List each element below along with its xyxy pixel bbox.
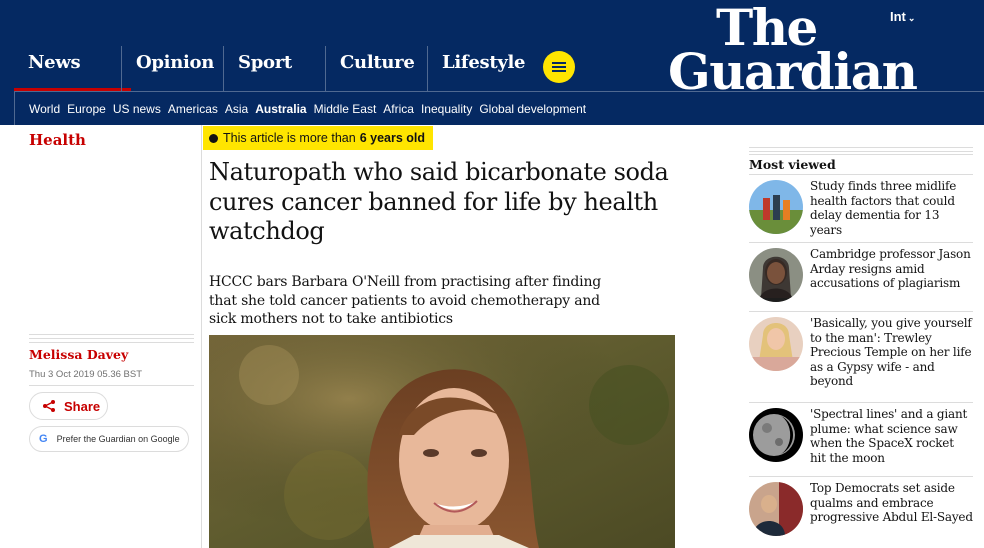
most-viewed-title: Most viewed [749, 157, 836, 172]
most-viewed-headline: 'Basically, you give yourself to the man… [810, 316, 972, 389]
author-name[interactable]: Melissa Davey [29, 347, 128, 362]
most-viewed-item[interactable]: 'Spectral lines' and a giant plume: what… [749, 402, 973, 476]
most-viewed-item[interactable]: Cambridge professor Jason Arday resigns … [749, 242, 973, 310]
divider [29, 385, 194, 386]
section-label[interactable]: Health [29, 131, 86, 149]
subnav-world[interactable]: World [29, 102, 60, 116]
google-icon: G [39, 433, 48, 445]
divider [749, 147, 973, 155]
hamburger-icon[interactable] [543, 51, 575, 83]
most-viewed-headline: Top Democrats set aside qualms and embra… [810, 481, 973, 525]
share-label: Share [64, 398, 101, 414]
sub-navigation: World Europe US news Americas Asia Austr… [14, 91, 984, 125]
prefer-label: Prefer the Guardian on Google [56, 434, 180, 444]
pillar-lifestyle[interactable]: Lifestyle [427, 46, 537, 92]
logo-line-2: Guardian [668, 42, 918, 101]
most-viewed-item[interactable]: Study finds three midlife health factors… [749, 174, 973, 242]
thumbnail-image [749, 408, 803, 462]
subnav-asia[interactable]: Asia [225, 102, 248, 116]
most-viewed-headline: Cambridge professor Jason Arday resigns … [810, 247, 971, 291]
subnav-global-development[interactable]: Global development [479, 102, 586, 116]
pillar-culture[interactable]: Culture [325, 46, 427, 92]
pillar-opinion[interactable]: Opinion [121, 46, 223, 92]
pillar-news[interactable]: News [14, 46, 131, 92]
subnav-americas[interactable]: Americas [168, 102, 218, 116]
age-prefix: This article is more than [223, 131, 356, 145]
most-viewed-item[interactable]: Top Democrats set aside qualms and embra… [749, 476, 973, 548]
prefer-guardian-google-button[interactable]: G Prefer the Guardian on Google [29, 426, 189, 452]
article-age-badge: This article is more than 6 years old [203, 126, 434, 150]
clock-icon [209, 133, 218, 143]
share-icon [43, 400, 55, 412]
subnav-africa[interactable]: Africa [383, 102, 414, 116]
subnav-middle-east[interactable]: Middle East [314, 102, 377, 116]
guardian-logo[interactable]: The Guardian [668, 3, 918, 101]
most-viewed-headline: Study finds three midlife health factors… [810, 179, 957, 237]
age-value: 6 years old [359, 131, 426, 145]
article-headline: Naturopath who said bicarbonate soda cur… [209, 158, 669, 245]
subnav-us-news[interactable]: US news [113, 102, 161, 116]
hero-image [209, 335, 675, 548]
subnav-inequality[interactable]: Inequality [421, 102, 472, 116]
publish-date: Thu 3 Oct 2019 05.36 BST [29, 369, 143, 380]
thumbnail-image [749, 482, 803, 536]
most-viewed-item[interactable]: 'Basically, you give yourself to the man… [749, 311, 973, 403]
thumbnail-image [749, 248, 803, 302]
article-meta-column: Health Melissa Davey Thu 3 Oct 2019 05.3… [14, 125, 202, 548]
pillar-sport[interactable]: Sport [223, 46, 325, 92]
most-viewed-headline: 'Spectral lines' and a giant plume: what… [810, 407, 968, 465]
divider [29, 334, 194, 343]
masthead: Int ⌄ The Guardian News Opinion Sport Cul… [0, 0, 984, 125]
subnav-europe[interactable]: Europe [67, 102, 106, 116]
thumbnail-image [749, 180, 803, 234]
thumbnail-image [749, 317, 803, 371]
subnav-australia[interactable]: Australia [255, 102, 306, 116]
article-standfirst: HCCC bars Barbara O'Neill from practisin… [209, 274, 602, 327]
share-button[interactable]: Share [29, 392, 108, 420]
